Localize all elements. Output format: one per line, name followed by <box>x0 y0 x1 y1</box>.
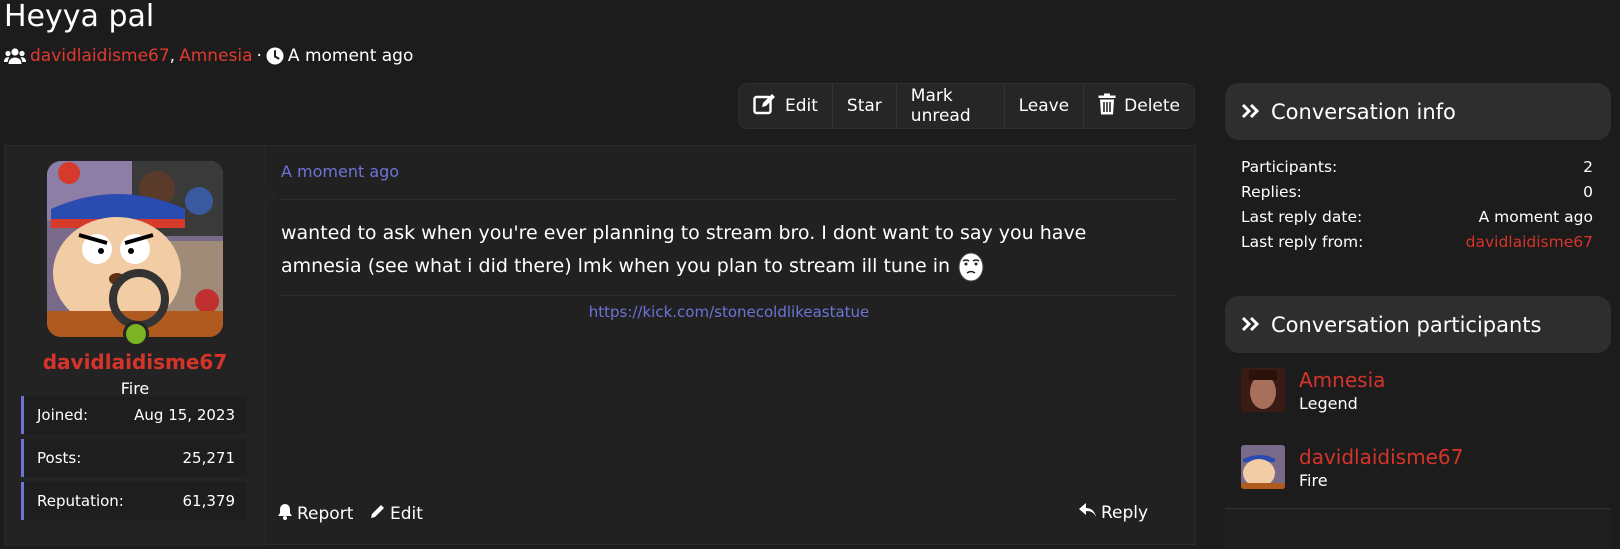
participant-item: davidlaidisme67 Fire <box>1241 445 1463 493</box>
author-avatar[interactable] <box>47 161 223 337</box>
conversation-toolbar: Edit Star Mark unread Leave Delete <box>738 83 1195 129</box>
stat-posts: Posts: 25,271 <box>21 439 247 477</box>
clock-icon <box>266 45 284 67</box>
stat-reputation: Reputation: 61,379 <box>21 482 247 520</box>
delete-label: Delete <box>1124 96 1180 116</box>
chevrons-right-icon <box>1241 313 1261 337</box>
thread-time: A moment ago <box>287 46 414 66</box>
delete-button[interactable]: Delete <box>1084 83 1194 129</box>
next-sidebar-box <box>1225 508 1611 549</box>
post-message: wanted to ask when you're ever planning … <box>281 217 1171 283</box>
page-title: Heyya pal <box>4 0 155 34</box>
signature-divider <box>281 295 1177 296</box>
reply-button[interactable]: Reply <box>1079 503 1148 523</box>
info-row-participants: Participants: 2 <box>1241 158 1593 176</box>
post-author-panel: davidlaidisme67 Fire Joined: Aug 15, 202… <box>5 146 266 546</box>
thread-meta: davidlaidisme67, Amnesia · A moment ago <box>4 45 413 67</box>
reply-icon <box>1079 503 1097 523</box>
post-date[interactable]: A moment ago <box>281 162 399 181</box>
post-pointer-arrow <box>265 181 278 207</box>
author-username[interactable]: davidlaidisme67 <box>5 350 265 374</box>
mark-unread-button[interactable]: Mark unread <box>897 83 1005 129</box>
participant-link-davidlaidisme67[interactable]: davidlaidisme67 <box>30 45 170 67</box>
participant-item: Amnesia Legend <box>1241 368 1385 416</box>
participant-name[interactable]: davidlaidisme67 <box>1299 445 1463 469</box>
participant-separator: , <box>169 46 176 66</box>
participant-title: Fire <box>1299 471 1328 490</box>
online-status-dot <box>123 321 149 347</box>
bell-icon <box>277 503 293 525</box>
participant-link-amnesia[interactable]: Amnesia <box>179 45 252 67</box>
message-post: davidlaidisme67 Fire Joined: Aug 15, 202… <box>4 145 1196 546</box>
trash-icon <box>1098 93 1116 120</box>
edit-button[interactable]: Edit <box>739 83 833 129</box>
conversation-participants-header: Conversation participants <box>1225 296 1611 353</box>
chevrons-right-icon <box>1241 100 1261 124</box>
edit-icon <box>753 93 777 120</box>
divider <box>281 199 1177 200</box>
conversation-info-header: Conversation info <box>1225 83 1611 140</box>
users-icon <box>4 45 26 67</box>
participant-avatar-amnesia[interactable] <box>1241 368 1285 412</box>
participant-avatar-davidlaidisme67[interactable] <box>1241 445 1285 489</box>
leave-button[interactable]: Leave <box>1005 83 1085 129</box>
signature-link[interactable]: https://kick.com/stonecoldlikeastatue <box>281 303 1177 321</box>
info-row-last-reply-from: Last reply from: davidlaidisme67 <box>1241 232 1593 252</box>
pencil-icon <box>370 503 386 524</box>
stat-joined: Joined: Aug 15, 2023 <box>21 396 247 434</box>
participant-title: Legend <box>1299 394 1358 413</box>
meme-face-emoji <box>956 252 986 282</box>
info-row-last-reply-date: Last reply date: A moment ago <box>1241 208 1593 226</box>
meta-dot: · <box>256 46 262 66</box>
edit-label: Edit <box>785 96 818 116</box>
post-edit-button[interactable]: Edit <box>370 503 423 524</box>
report-button[interactable]: Report <box>277 503 353 525</box>
star-button[interactable]: Star <box>833 83 897 129</box>
info-row-replies: Replies: 0 <box>1241 183 1593 201</box>
participant-name[interactable]: Amnesia <box>1299 368 1385 392</box>
last-reply-user-link[interactable]: davidlaidisme67 <box>1466 232 1593 252</box>
